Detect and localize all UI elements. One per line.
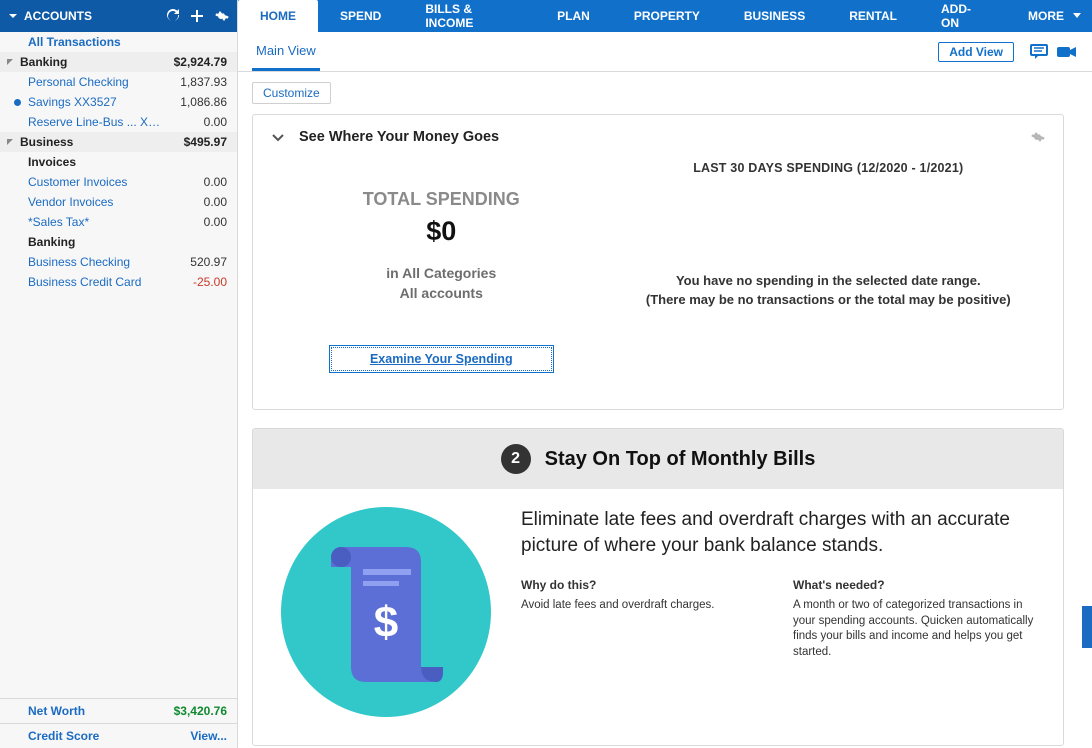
no-spending-msg-2: (There may be no transactions or the tot… [612,292,1045,307]
refresh-icon[interactable] [165,8,181,24]
tab-bills-income[interactable]: BILLS & INCOME [403,0,535,32]
main-area: HOME SPEND BILLS & INCOME PLAN PROPERTY … [238,0,1092,748]
credit-score-row[interactable]: Credit Score View... [0,723,237,748]
tab-property[interactable]: PROPERTY [612,0,722,32]
collapse-icon [6,138,14,146]
add-view-button[interactable]: Add View [938,42,1014,62]
tab-plan[interactable]: PLAN [535,0,612,32]
spending-range-text: LAST 30 DAYS SPENDING (12/2020 - 1/2021) [612,161,1045,175]
collapse-icon [6,58,14,66]
bills-lead-text: Eliminate late fees and overdraft charge… [521,507,1035,558]
add-account-icon[interactable] [189,8,205,24]
no-spending-msg-1: You have no spending in the selected dat… [612,273,1045,288]
sidebar-group-banking[interactable]: Banking $2,924.79 [0,52,237,72]
why-heading: Why do this? [521,578,763,592]
examine-spending-button[interactable]: Examine Your Spending [329,345,554,373]
settings-icon[interactable] [213,8,229,24]
bill-illustration-icon: $ [281,507,491,717]
need-heading: What's needed? [793,578,1035,592]
net-worth-row[interactable]: Net Worth $3,420.76 [0,699,237,723]
step-number-badge: 2 [501,444,531,474]
account-row[interactable]: Savings XX3527 1,086.86 [0,92,237,112]
spending-categories-text: in All Categories [271,265,612,281]
tab-spend[interactable]: SPEND [318,0,403,32]
svg-text:$: $ [374,598,398,647]
toolbar: Customize [238,72,1092,104]
subtab-main-view[interactable]: Main View [252,33,320,71]
why-text: Avoid late fees and overdraft charges. [521,598,763,614]
account-row[interactable]: Business Credit Card -25.00 [0,272,237,292]
tab-home[interactable]: HOME [238,0,318,32]
account-row[interactable]: Reserve Line-Bus ... XX1309 0.00 [0,112,237,132]
tab-addon[interactable]: ADD-ON [919,0,1006,32]
card-settings-icon[interactable] [1029,129,1045,145]
need-text: A month or two of categorized transactio… [793,598,1035,660]
bills-card: 2 Stay On Top of Monthly Bills $ [252,428,1064,746]
scrollbar-thumb[interactable] [1082,606,1092,648]
account-row[interactable]: Vendor Invoices 0.00 [0,192,237,212]
spending-card: See Where Your Money Goes TOTAL SPENDING… [252,114,1064,410]
account-row[interactable]: Customer Invoices 0.00 [0,172,237,192]
content-area: See Where Your Money Goes TOTAL SPENDING… [238,104,1092,748]
customize-button[interactable]: Customize [252,82,331,104]
chevron-down-icon [1072,12,1082,20]
video-icon[interactable] [1056,44,1078,60]
tab-business[interactable]: BUSINESS [722,0,827,32]
account-row[interactable]: *Sales Tax* 0.00 [0,212,237,232]
bills-card-title: Stay On Top of Monthly Bills [545,448,816,471]
tab-rental[interactable]: RENTAL [827,0,919,32]
spending-accounts-text: All accounts [271,285,612,301]
sidebar-account-list: All Transactions Banking $2,924.79 Perso… [0,32,237,698]
account-row[interactable]: Business Checking 520.97 [0,252,237,272]
main-tabs: HOME SPEND BILLS & INCOME PLAN PROPERTY … [238,0,1092,32]
spending-card-title: See Where Your Money Goes [299,129,499,145]
collapse-card-icon[interactable] [271,130,285,144]
sidebar: ACCOUNTS All Transactions Banking [0,0,238,748]
sidebar-subheader-invoices: Invoices [0,152,237,172]
sidebar-header: ACCOUNTS [0,0,237,32]
sidebar-title: ACCOUNTS [24,9,92,23]
sidebar-footer: Net Worth $3,420.76 Credit Score View... [0,698,237,748]
bills-card-header: 2 Stay On Top of Monthly Bills [253,429,1063,489]
total-spending-label: TOTAL SPENDING [271,189,612,210]
tab-more[interactable]: MORE [1006,0,1092,32]
chevron-down-icon[interactable] [8,11,18,21]
sub-tab-bar: Main View Add View [238,32,1092,72]
chat-icon[interactable] [1030,43,1050,61]
sidebar-all-transactions[interactable]: All Transactions [0,32,237,52]
sidebar-subheader-banking: Banking [0,232,237,252]
update-dot-icon [14,99,21,106]
total-spending-amount: $0 [271,216,612,247]
account-row[interactable]: Personal Checking 1,837.93 [0,72,237,92]
sidebar-group-business[interactable]: Business $495.97 [0,132,237,152]
